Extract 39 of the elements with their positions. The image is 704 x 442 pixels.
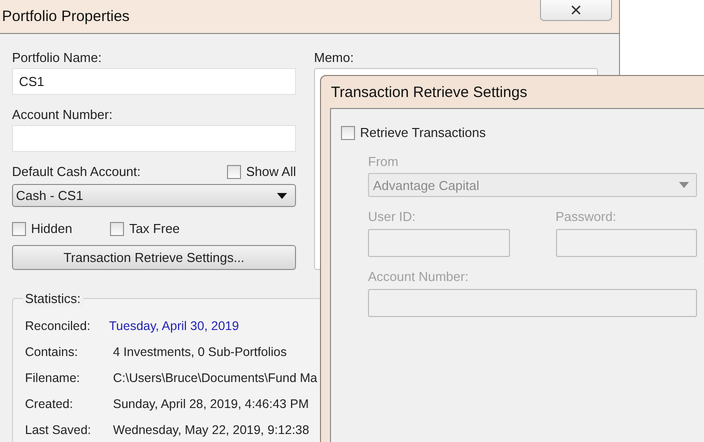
group-title: Statistics: <box>23 291 83 306</box>
checkbox[interactable] <box>110 222 124 236</box>
close-button[interactable] <box>540 0 612 21</box>
field-label: Account Number: <box>368 269 470 284</box>
field-label: Account Number: <box>12 107 114 122</box>
dialog-title: Transaction Retrieve Settings <box>330 84 528 100</box>
settings-button[interactable]: Transaction Retrieve Settings... <box>12 245 296 270</box>
stat-value: Wednesday, May 22, 2019, 9:12:38 <box>113 423 310 438</box>
field-label: From <box>368 154 400 169</box>
text-field[interactable]: CS1 <box>12 68 296 95</box>
text-field[interactable] <box>368 229 510 257</box>
stat-value: 4 Investments, 0 Sub-Portfolios <box>113 345 288 360</box>
checkbox[interactable] <box>12 222 26 236</box>
dropdown-arrow-icon <box>679 182 689 188</box>
stat-label: Contains: <box>25 345 79 360</box>
stat-label: Filename: <box>25 371 81 386</box>
field-label: Memo: <box>314 50 355 65</box>
password-field[interactable] <box>556 229 697 257</box>
stat-value: Sunday, April 28, 2019, 4:46:43 PM <box>113 397 310 412</box>
window-title: Portfolio Properties <box>1 8 130 25</box>
field-label: Portfolio Name: <box>12 50 103 65</box>
checkbox-label: Show All <box>246 164 296 179</box>
close-icon <box>571 5 581 15</box>
text-field[interactable] <box>12 125 296 152</box>
dropdown[interactable]: Cash - CS1 <box>12 184 296 207</box>
field-label: Password: <box>556 209 618 224</box>
checkbox-label: Retrieve Transactions <box>360 125 486 140</box>
stat-label: Last Saved: <box>25 423 92 438</box>
dropdown-arrow-icon <box>277 192 287 198</box>
checkbox-label: Tax Free <box>129 221 180 236</box>
stat-label: Created: <box>25 397 74 412</box>
checkbox[interactable] <box>341 126 355 140</box>
checkbox-label: Hidden <box>31 221 72 236</box>
stat-value: Tuesday, April 30, 2019 <box>109 319 240 334</box>
stat-value: C:\Users\Bruce\Documents\Fund Ma <box>113 371 318 386</box>
field-label: User ID: <box>368 209 417 224</box>
field-label: Default Cash Account: <box>12 164 141 179</box>
checkbox[interactable] <box>227 164 242 178</box>
text-field[interactable] <box>368 289 697 317</box>
